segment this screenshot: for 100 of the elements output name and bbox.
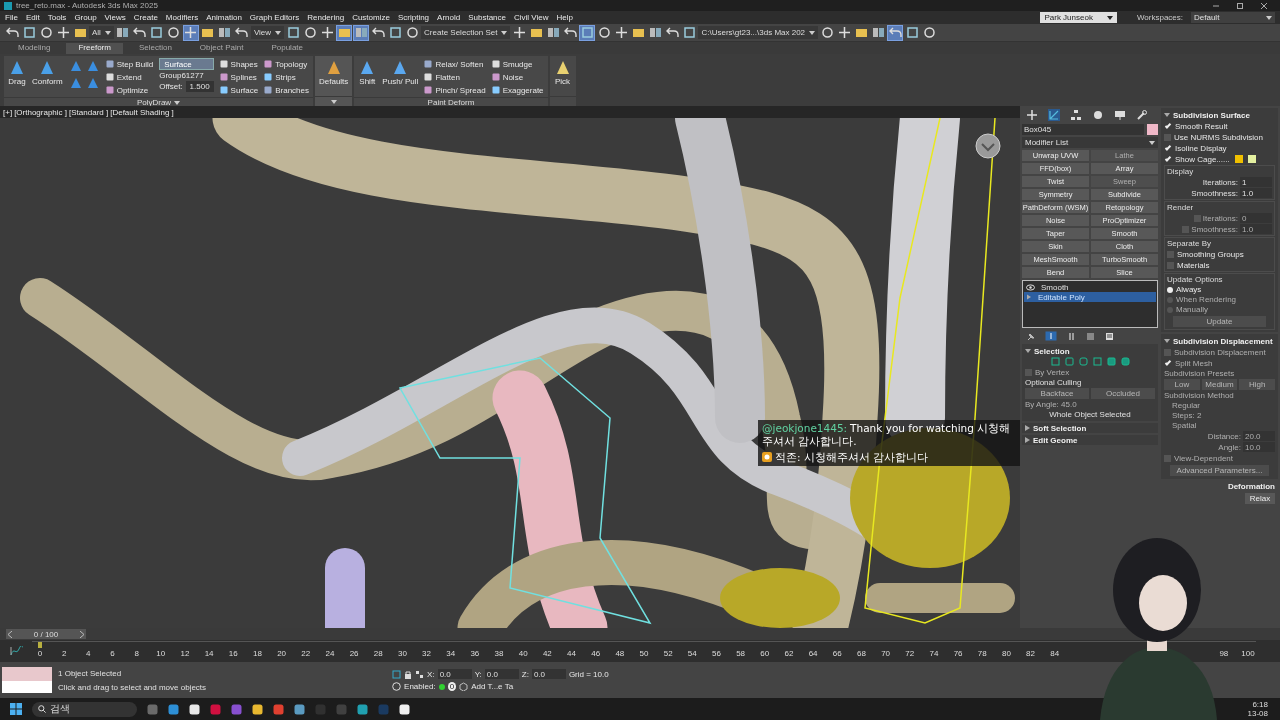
menu-item[interactable]: Create [133, 13, 158, 22]
rollout-title[interactable]: Deformation [1164, 481, 1275, 491]
checkbox[interactable]: Isoline Display [1164, 143, 1275, 153]
make-unique-icon[interactable] [1067, 331, 1076, 341]
toolbar-button[interactable] [836, 24, 853, 41]
shape-tool-icon[interactable] [68, 59, 83, 73]
time-slider-handle[interactable] [38, 642, 42, 648]
ribbon-tab[interactable]: Object Paint [187, 43, 256, 54]
ribbon-button[interactable]: Surface [219, 84, 259, 96]
number-spinner[interactable]: 0 [1240, 213, 1272, 223]
show-end-result-icon[interactable] [1045, 331, 1057, 341]
coordinate-field[interactable]: 0.0 [531, 669, 566, 679]
absolute-mode-icon[interactable] [415, 669, 425, 679]
number-spinner[interactable]: 10.0 [1243, 442, 1275, 452]
time-slider-thumb[interactable]: 0 / 100 [6, 629, 86, 639]
menu-item[interactable]: Substance [468, 13, 506, 22]
menu-item[interactable]: Edit [25, 13, 40, 22]
ribbon-tab[interactable]: Selection [126, 43, 184, 54]
user-account-dropdown[interactable]: Park Junseok [1040, 12, 1117, 23]
checkbox[interactable] [1182, 225, 1190, 233]
offset-spinner[interactable]: 1.500 [185, 81, 214, 92]
ribbon-button[interactable]: Topology [264, 58, 309, 70]
rollout-title[interactable]: Edit Geome [1022, 435, 1158, 445]
ribbon-button[interactable]: Relax/ Soften [424, 58, 486, 70]
ribbon-button[interactable]: Conform [32, 57, 63, 86]
menu-item[interactable]: Customize [352, 13, 390, 22]
menu-item[interactable]: Tools [47, 13, 67, 22]
coordinate-field[interactable]: 0.0 [437, 669, 472, 679]
toolbar-button[interactable] [165, 24, 182, 41]
add-tag-button[interactable]: Add T...e Ta [471, 682, 514, 691]
culling-button[interactable]: Backface [1025, 388, 1089, 399]
preset-button[interactable]: Low [1164, 379, 1200, 390]
menu-item[interactable]: Animation [206, 13, 242, 22]
panel-tab[interactable] [1136, 109, 1148, 121]
ribbon-button[interactable]: Extend [105, 71, 154, 83]
checkbox[interactable] [1193, 214, 1201, 222]
toolbar-button[interactable] [21, 24, 37, 41]
toolbar-button[interactable] [353, 24, 370, 41]
app-icon[interactable] [189, 703, 200, 715]
shape-tool-icon[interactable] [85, 59, 100, 73]
cage-color-swatch[interactable] [1247, 155, 1256, 163]
checkbox[interactable]: Smoothing Groups [1167, 249, 1272, 259]
advanced-parameters-button[interactable]: Advanced Parameters... [1170, 465, 1269, 476]
close-icon[interactable] [1260, 1, 1268, 10]
ribbon-button[interactable]: Shapes [219, 58, 259, 70]
checkbox[interactable]: Show Cage...... [1164, 154, 1275, 164]
menu-item[interactable]: Help [556, 13, 573, 22]
cage-color-swatch[interactable] [1234, 155, 1243, 163]
ribbon-button[interactable]: Branches [264, 84, 309, 96]
toolbar-button[interactable] [819, 24, 836, 41]
ribbon-button[interactable]: Optimize [105, 84, 154, 96]
globe-icon[interactable] [392, 682, 402, 691]
coordinate-field[interactable]: 0.0 [484, 669, 519, 679]
menu-item[interactable]: Scripting [397, 13, 430, 22]
preset-button[interactable]: Medium [1201, 379, 1238, 390]
cube-icon[interactable] [459, 682, 469, 691]
number-spinner[interactable]: 1 [1240, 177, 1272, 187]
number-spinner[interactable]: 1.0 [1240, 224, 1272, 234]
rollout-title[interactable]: Soft Selection [1022, 423, 1158, 433]
ribbon-button[interactable]: Flatten [424, 71, 486, 83]
configure-icon[interactable] [1105, 331, 1114, 341]
toolbar-button[interactable] [596, 24, 613, 41]
ribbon-button[interactable]: Exaggerate [491, 84, 544, 96]
toolbar-dropdown[interactable]: View [250, 26, 285, 39]
number-spinner[interactable]: 20.0 [1243, 431, 1275, 441]
culling-button[interactable]: Occluded [1091, 388, 1155, 399]
toolbar-button[interactable] [511, 24, 528, 41]
method-option[interactable]: Steps: 2 [1164, 411, 1275, 420]
checkbox[interactable]: Use NURMS Subdivision [1164, 132, 1275, 142]
taskbar-search-field[interactable]: 검색 [32, 701, 137, 717]
next-frame-icon[interactable] [79, 630, 84, 638]
toolbar-dropdown[interactable]: Create Selection Set [421, 26, 511, 39]
ribbon-button[interactable]: Step Build [105, 58, 154, 70]
menu-item[interactable]: Arnold [437, 13, 461, 22]
ribbon-button[interactable]: Strips [264, 71, 309, 83]
surface-mode-dropdown[interactable]: Surface [159, 58, 214, 70]
app-icon[interactable] [252, 703, 263, 715]
ribbon-tab[interactable]: Freeform [66, 43, 123, 54]
checkbox[interactable]: Smooth Result [1164, 121, 1275, 131]
panel-tab[interactable] [1026, 109, 1038, 121]
rollout-title[interactable]: Subdivision Surface [1164, 110, 1275, 120]
menu-item[interactable]: Modifiers [165, 13, 199, 22]
checkbox[interactable]: View-Dependent [1164, 453, 1275, 463]
method-option[interactable]: Regular [1164, 401, 1275, 410]
object-name-field[interactable]: Box045 [1022, 124, 1144, 135]
panel-tab[interactable] [1070, 109, 1082, 121]
workspace-dropdown[interactable]: Default [1191, 12, 1275, 23]
ribbon-tab[interactable]: Modeling [6, 43, 63, 54]
toolbar-button[interactable] [579, 24, 596, 41]
toolbar-dropdown[interactable]: All [89, 26, 114, 39]
checkbox[interactable]: Split Mesh [1164, 358, 1275, 368]
modifier-list-dropdown[interactable]: Modifier List [1022, 137, 1158, 148]
shape-tool-icon[interactable] [68, 76, 83, 90]
app-icon[interactable] [399, 703, 410, 715]
panel-tab[interactable] [1114, 109, 1126, 121]
object-color-swatch[interactable] [1147, 124, 1158, 135]
remove-modifier-icon[interactable] [1086, 331, 1095, 341]
radio-option[interactable]: When Rendering [1167, 295, 1272, 304]
toolbar-button[interactable] [148, 24, 165, 41]
pin-icon[interactable] [1026, 331, 1035, 341]
